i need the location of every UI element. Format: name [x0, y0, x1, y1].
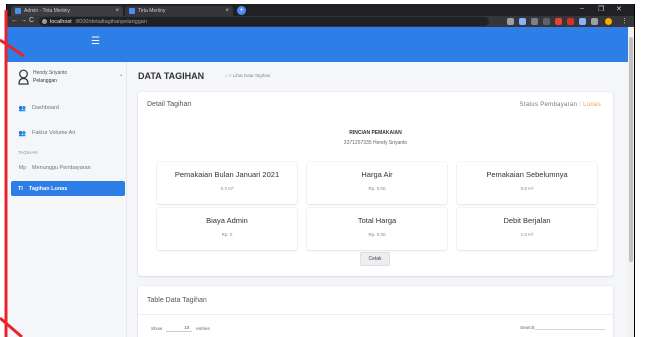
- sidebar-section-header: TAGIHAN: [18, 150, 38, 155]
- sidebar-item-label: Tagihan Lunas: [28, 185, 68, 192]
- sidebar-item-faktur-volume-air[interactable]: 👥 Faktur Volume Air: [18, 128, 124, 138]
- url-path: :8000/detailtagihanpelanggan: [74, 18, 147, 25]
- stat-card-harga-air: Harga Air Rp. 0,00: [307, 162, 447, 204]
- sidebar-item-tagihan-lunas[interactable]: Tl Tagihan Lunas: [11, 181, 125, 196]
- stat-value: 0.3 m³: [220, 186, 234, 191]
- address-bar[interactable]: localhost:8000/detailtagihanpelanggan: [39, 17, 489, 26]
- extension-icon[interactable]: [555, 18, 562, 25]
- search-input[interactable]: [535, 322, 605, 330]
- screenshot-frame: Admin - Tirta Meriiny × Tirta Meriiny × …: [0, 0, 649, 337]
- stat-value: Rp. 0: [221, 232, 233, 237]
- breadcrumb: ⌂ > Lihat Data Tagihan: [225, 73, 270, 78]
- search-label: Search:: [520, 325, 536, 330]
- stat-value: Rp. 0,00: [368, 232, 386, 237]
- user-avatar-icon: [18, 69, 29, 85]
- stat-value: 1.0 m³: [520, 232, 534, 237]
- stat-label: Harga Air: [361, 170, 393, 179]
- extension-icon[interactable]: [543, 18, 550, 25]
- detail-tagihan-card: Detail Tagihan Status Pembayaran : Lunas…: [138, 92, 613, 276]
- back-button[interactable]: ←: [11, 17, 18, 24]
- maximize-button[interactable]: ❐: [598, 5, 604, 13]
- stat-card-total-harga: Total Harga Rp. 0,00: [307, 208, 447, 250]
- breadcrumb-current: Lihat Data Tagihan: [232, 73, 271, 78]
- entries-select[interactable]: 10: [166, 325, 193, 332]
- main-content: DATA TAGIHAN ⌂ > Lihat Data Tagihan Deta…: [128, 62, 624, 337]
- hamburger-menu-icon[interactable]: ☰: [91, 36, 100, 47]
- status-prefix: Status Pembayaran :: [519, 102, 584, 108]
- page-title: DATA TAGIHAN: [138, 71, 205, 81]
- user-role: Pelanggan: [33, 78, 57, 84]
- bookmark-star-icon[interactable]: [507, 18, 514, 25]
- favicon-icon: [129, 8, 135, 14]
- tab-title: Admin - Tirta Meriiny: [24, 8, 70, 14]
- forward-button[interactable]: →: [20, 17, 27, 24]
- users-icon: 👥: [18, 130, 27, 137]
- stat-card-pemakaian-bulan: Pemakaian Bulan Januari 2021 0.3 m³: [157, 162, 297, 204]
- stat-card-biaya-admin: Biaya Admin Rp. 0: [157, 208, 297, 250]
- payment-status: Status Pembayaran : Lunas: [519, 102, 601, 108]
- page-scrollbar[interactable]: [628, 27, 634, 337]
- url-host: localhost: [50, 18, 72, 25]
- stat-label: Biaya Admin: [206, 216, 248, 225]
- browser-tab-site[interactable]: Tirta Meriiny ×: [125, 6, 233, 16]
- sidebar: Hendy Sriyanto Pelanggan ⌄ 👥 Dashboard 👥…: [7, 62, 127, 337]
- stat-value: Rp. 0,00: [368, 186, 386, 191]
- extension-icon[interactable]: [591, 18, 598, 25]
- stat-card-debit-berjalan: Debit Berjalan 1.0 m³: [457, 208, 597, 250]
- stat-label: Pemakaian Bulan Januari 2021: [174, 170, 280, 179]
- entries-length-control: Show 10 entries: [151, 325, 210, 332]
- show-label: Show: [151, 326, 163, 331]
- stat-value: 0.6 m³: [520, 186, 534, 191]
- sidebar-item-abbrev: Mp: [18, 165, 27, 171]
- minimize-button[interactable]: –: [580, 5, 584, 12]
- scrollbar-thumb[interactable]: [629, 37, 633, 262]
- browser-toolbar: ← → C localhost:8000/detailtagihanpelang…: [7, 16, 634, 27]
- sidebar-item-menunggu-pembayaran[interactable]: Mp Menunggu Pembayaran: [18, 163, 124, 173]
- sidebar-item-dashboard[interactable]: 👥 Dashboard: [18, 103, 124, 113]
- sidebar-item-abbrev: Tl: [18, 185, 23, 192]
- browser-menu-icon[interactable]: ⋮: [621, 17, 628, 25]
- close-tab-icon[interactable]: ×: [115, 8, 119, 14]
- extension-icon[interactable]: [519, 18, 526, 25]
- print-button[interactable]: Cetak: [360, 252, 390, 266]
- browser-tab-bar: Admin - Tirta Meriiny × Tirta Meriiny × …: [7, 4, 634, 16]
- sidebar-item-label: Menunggu Pembayaran: [32, 165, 91, 171]
- entries-label: entries: [196, 326, 210, 331]
- user-panel[interactable]: Hendy Sriyanto Pelanggan ⌄: [18, 68, 128, 92]
- close-window-button[interactable]: ✕: [616, 5, 622, 13]
- chevron-down-icon[interactable]: ⌄: [119, 72, 123, 78]
- customer-info: 3371257335 Hendy Sriyanto: [138, 140, 613, 146]
- browser-tab-admin[interactable]: Admin - Tirta Meriiny ×: [11, 6, 123, 16]
- stat-card-pemakaian-sebelumnya: Pemakaian Sebelumnya 0.6 m³: [457, 162, 597, 204]
- app-top-navbar: ☰: [7, 27, 634, 62]
- stat-label: Total Harga: [357, 216, 397, 225]
- extension-icon[interactable]: [579, 18, 586, 25]
- customer-name: Hendy Sriyanto: [373, 140, 408, 146]
- users-icon: 👥: [18, 105, 27, 112]
- site-info-icon[interactable]: [42, 19, 47, 24]
- breadcrumb-separator: >: [228, 73, 232, 78]
- favicon-icon: [15, 8, 21, 14]
- sidebar-item-label: Faktur Volume Air: [32, 130, 76, 136]
- close-tab-icon[interactable]: ×: [225, 8, 229, 14]
- browser-window: Admin - Tirta Meriiny × Tirta Meriiny × …: [6, 4, 635, 337]
- new-tab-button[interactable]: +: [237, 6, 246, 15]
- usage-heading: RINCIAN PEMAKAIAN: [349, 130, 402, 136]
- table-data-tagihan-card: Table Data Tagihan Show 10 entries Searc…: [138, 286, 613, 337]
- user-name: Hendy Sriyanto: [33, 70, 68, 76]
- sidebar-item-label: Dashboard: [32, 105, 59, 111]
- home-icon[interactable]: ⌂: [225, 73, 228, 78]
- divider: [138, 314, 613, 315]
- profile-avatar[interactable]: [605, 18, 612, 25]
- stat-label: Pemakaian Sebelumnya: [486, 170, 568, 179]
- status-badge: Lunas: [583, 102, 601, 108]
- extension-icon[interactable]: [531, 18, 538, 25]
- stat-label: Debit Berjalan: [503, 216, 551, 225]
- card-title: Detail Tagihan: [147, 101, 192, 108]
- reload-button[interactable]: C: [29, 17, 34, 24]
- tab-title: Tirta Meriiny: [138, 8, 166, 14]
- extension-icon[interactable]: [567, 18, 574, 25]
- card-title: Table Data Tagihan: [147, 297, 207, 304]
- customer-id: 3371257335: [343, 140, 372, 146]
